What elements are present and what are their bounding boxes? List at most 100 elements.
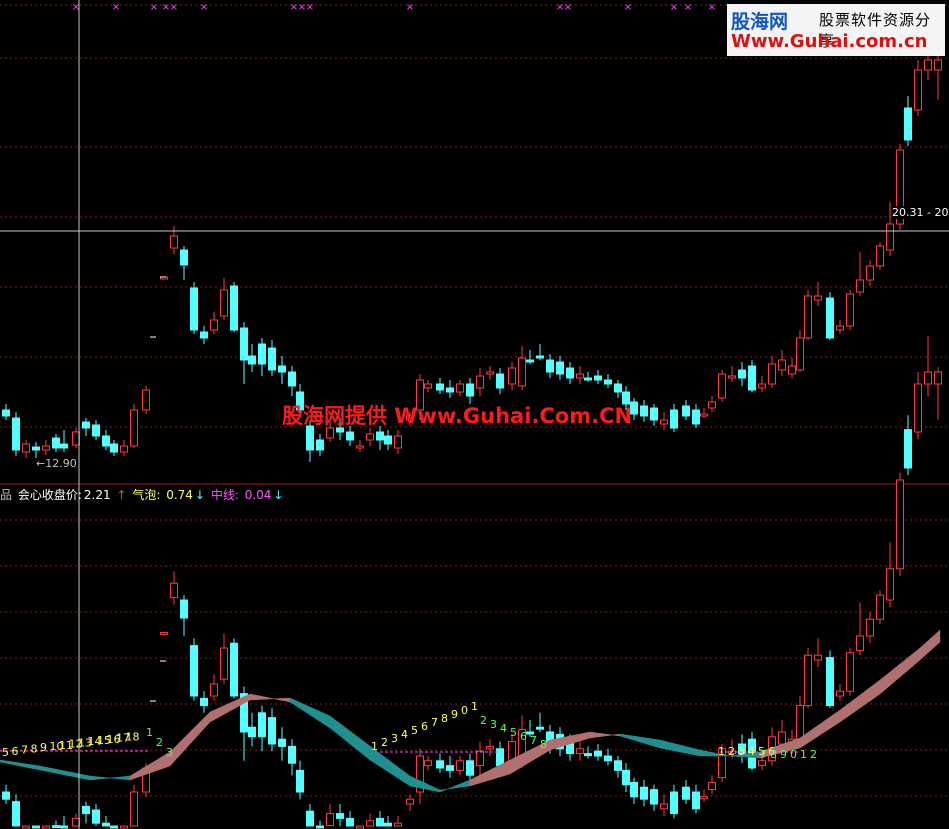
indicator-band-segment [439,779,471,793]
indicator-candle-body [614,760,622,771]
indicator-band-segment [659,739,701,757]
candle-body [120,445,128,453]
candle-body [508,367,516,385]
candle-body [546,359,554,373]
count-label: 0 [461,704,468,717]
indicator-candle-body [160,631,168,635]
candle-body [220,289,228,317]
indicator-candle-body [170,582,178,599]
indicator-candle-body [268,717,276,745]
indicator-candle-body [406,798,414,805]
candle-body [2,409,10,417]
candle-body [584,377,592,381]
indicator-candle-body [102,822,110,827]
crosshair-price-tag: 20.31 - 20 [892,206,949,219]
signal-marker: × [564,2,572,13]
indicator-candle-body [180,599,188,619]
signal-marker: × [150,2,158,13]
candle-body [394,435,402,449]
count-label: 8 [770,748,777,761]
legend-bubble-value: 0.74 [166,488,193,502]
indicator-candle-body [316,825,324,829]
indicator-candle-body [258,712,266,738]
candle-body [356,445,364,449]
candle-body [692,409,700,425]
indicator-band-segment [879,647,921,695]
count-label: 1 [146,726,153,739]
candle-body [604,379,612,385]
candle-body [670,409,678,429]
indicator-candle-body [758,760,766,767]
watermark-text: 股海网提供 Www.Guhai.Com.CN [282,404,633,428]
count-label: 5 [510,726,517,739]
indicator-candle-body [288,745,296,764]
indicator-candle-body [536,726,544,730]
low-price-label: ←12.90 [36,457,77,470]
count-label: 6 [520,730,527,743]
indicator-candle-body [376,817,384,827]
candle-body [566,367,574,379]
candle-body [804,295,812,339]
candle-body [856,279,864,293]
indicator-band-segment [89,775,131,781]
count-label: 4 [748,745,755,758]
candle-body [728,375,736,379]
legend-prefix: 品 [0,488,13,502]
indicator-candle-body [594,750,602,757]
legend-mid-arrow: ↓ [273,488,284,502]
indicator-candle-body [700,796,708,800]
logo-url: Www.Guhai.com.cn [731,31,928,52]
indicator-candle-body [2,791,10,800]
indicator-band-segment [249,693,291,703]
count-label: 8 [31,742,38,755]
count-label: 3 [738,745,745,758]
indicator-candle-body [210,683,218,697]
candle-body [268,347,276,371]
count-label: 5 [411,724,418,737]
legend-mid-label: 中线: [210,488,239,502]
candle-body [866,265,874,281]
indicator-candle-body [60,825,68,829]
legend-close-label: 会心收盘价: [17,488,82,502]
indicator-band-segment [409,775,441,793]
candle-body [778,359,786,371]
candle-body [248,355,256,365]
count-label: 9 [780,748,787,761]
count-label: 6 [12,745,19,758]
candle-body [650,407,658,421]
count-label: 0 [790,748,797,761]
indicator-candle-body [230,642,238,697]
signal-marker: × [406,2,414,13]
candle-body [814,295,822,301]
candle-body [102,435,110,447]
indicator-candle-body [660,803,668,810]
count-label: 5 [2,746,9,759]
indicator-candle-body [12,801,20,827]
count-label: 9 [451,708,458,721]
count-label: 3 [391,732,398,745]
candle-body [190,287,198,331]
count-label: 6 [421,720,428,733]
candle-body [796,337,804,371]
legend-bubble-arrow: ↓ [194,488,205,502]
candle-body [924,59,932,71]
indicator-band-segment [329,715,371,761]
indicator-band-segment [919,629,941,661]
candle-body [456,383,464,393]
candle-body [384,435,392,445]
candle-body [110,443,118,453]
count-label: 1 [800,748,807,761]
indicator-candle-body [486,745,494,750]
indicator-candle-body [346,817,354,827]
candle-body [366,433,374,441]
candle-body [258,343,266,365]
candle-body [594,375,602,381]
count-label: 8 [540,738,547,751]
indicator-band-segment [0,759,41,771]
legend-mid-value: 0.04 [244,488,272,502]
signal-marker: × [624,2,632,13]
candle-body [22,443,30,453]
indicator-candle-body [456,760,464,771]
indicator-candle-body [82,805,90,815]
candle-body [934,59,942,71]
